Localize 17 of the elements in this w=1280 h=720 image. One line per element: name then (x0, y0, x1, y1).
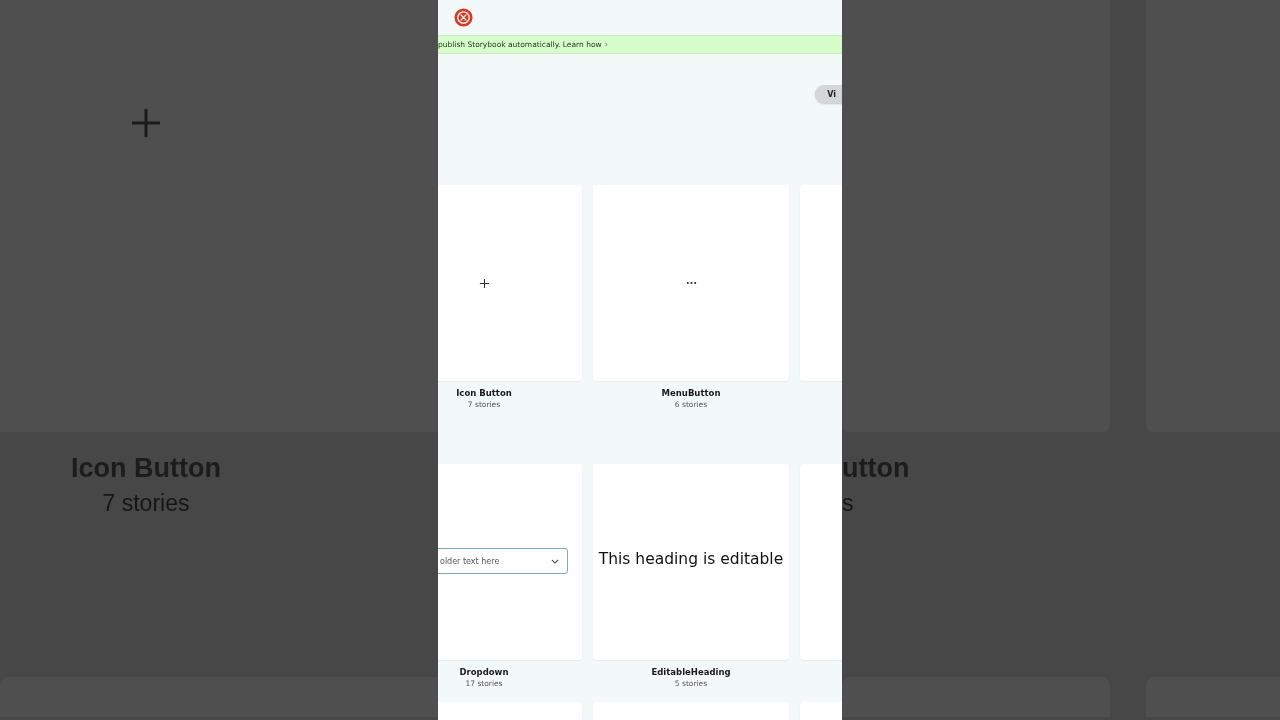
logo-icon (454, 8, 473, 27)
plus-icon (130, 107, 162, 139)
preview-card[interactable] (593, 185, 789, 381)
caret-icon (551, 558, 559, 564)
plus-icon (478, 277, 490, 289)
preview-card[interactable] (438, 185, 582, 381)
preview-card[interactable]: This heading is editable (593, 464, 789, 660)
editable-heading[interactable]: This heading is editable (593, 550, 789, 568)
component-name: Icon Button (456, 387, 512, 399)
preview-card[interactable]: older text here (438, 464, 582, 660)
view-button[interactable]: Vi (815, 85, 842, 103)
component-name: MenuButton (661, 387, 721, 399)
component-name: EditableHeading (651, 666, 731, 678)
component-name: Dropdown (459, 666, 509, 678)
dropdown-field[interactable]: older text here (438, 548, 568, 574)
chevron-icon[interactable]: › (604, 40, 608, 49)
more-icon (685, 281, 697, 285)
